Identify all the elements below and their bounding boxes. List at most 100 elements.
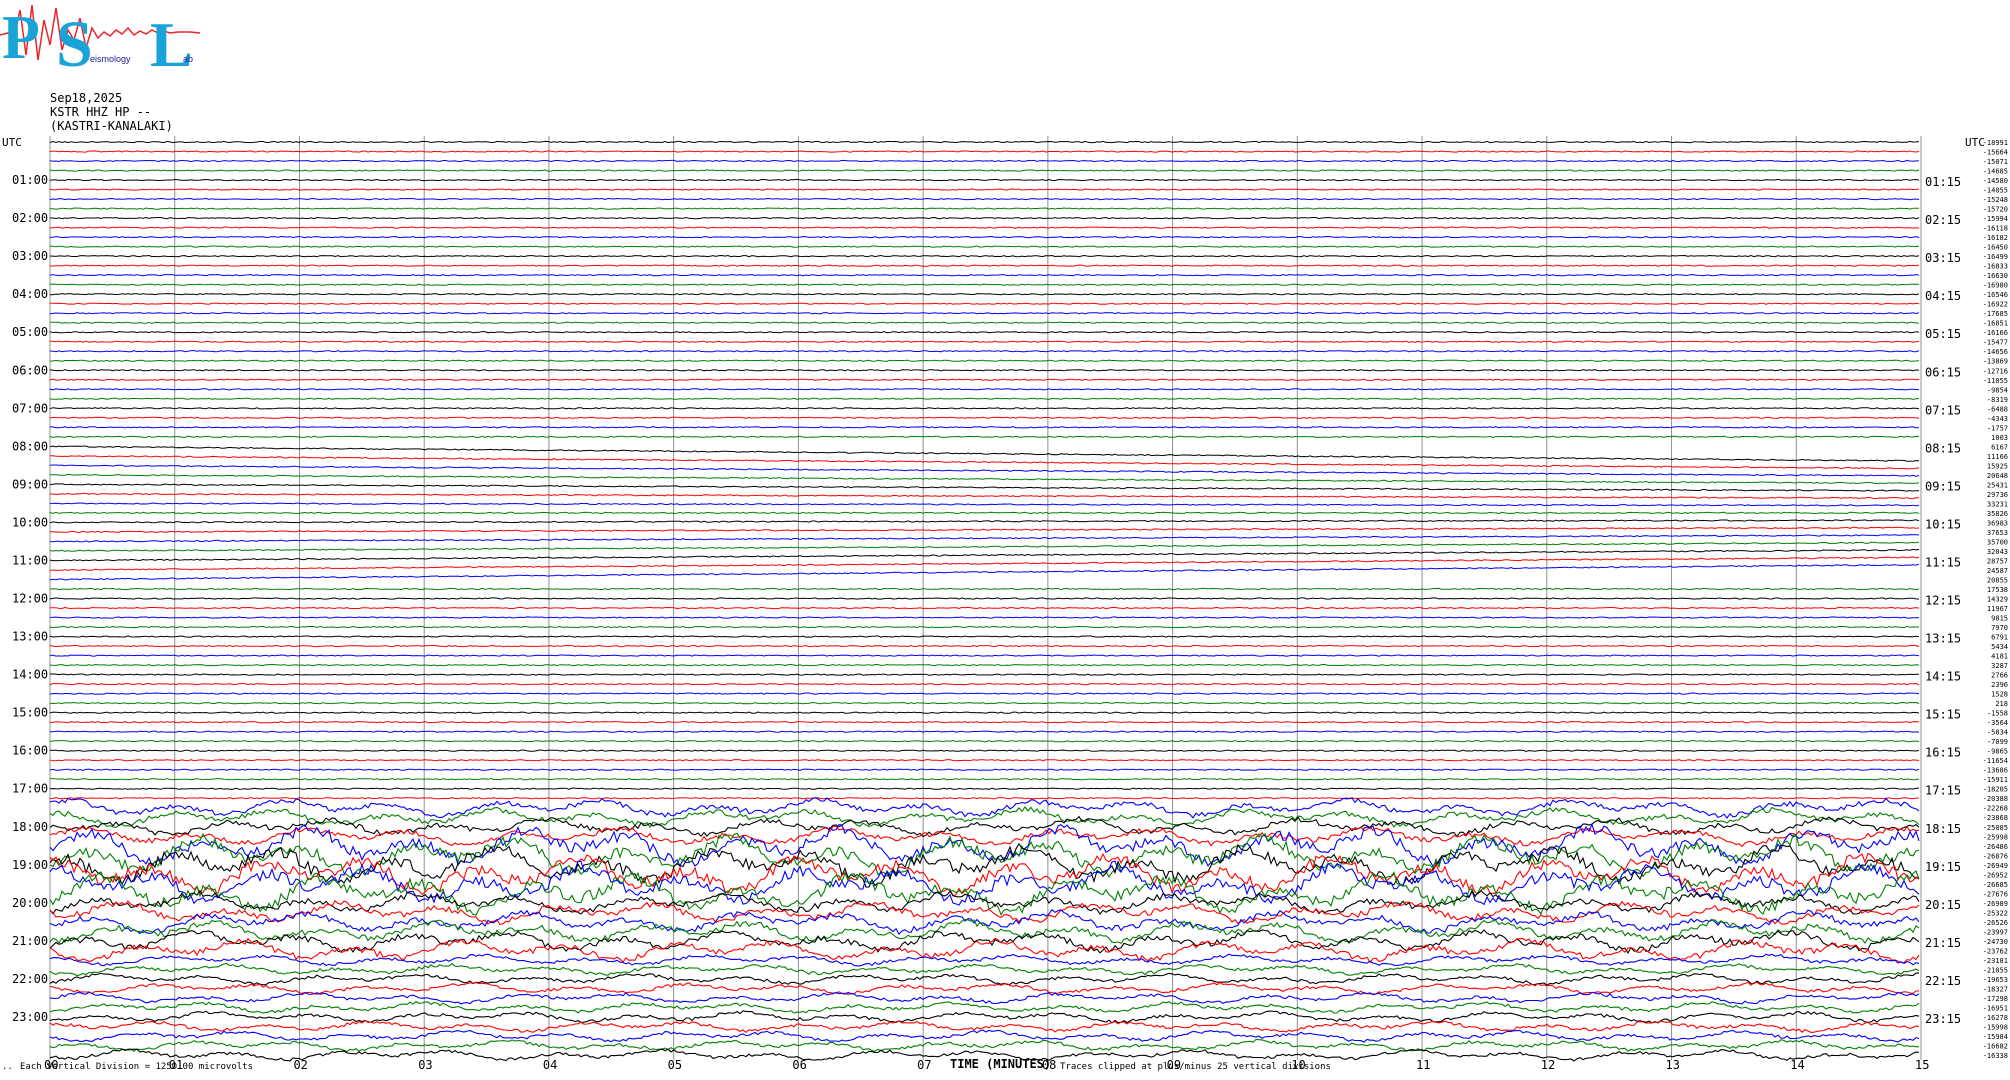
seismic-trace <box>49 908 1920 936</box>
right-hour-label: 10:15 <box>1925 517 1961 531</box>
trace-offset-label: -16182 <box>1983 234 2008 242</box>
right-hour-label: 04:15 <box>1925 289 1961 303</box>
right-hour-label: 17:15 <box>1925 784 1961 798</box>
trace-offset-label: -13869 <box>1983 358 2008 366</box>
trace-offset-label: -12716 <box>1983 367 2008 375</box>
trace-offset-label: -16338 <box>1983 1052 2008 1060</box>
left-hour-label: 14:00 <box>12 668 48 682</box>
seismic-trace <box>49 962 1920 977</box>
right-hour-label: 20:15 <box>1925 898 1961 912</box>
seismic-trace <box>49 654 1920 657</box>
left-hour-label: 11:00 <box>12 553 48 567</box>
seismic-trace <box>50 730 1920 733</box>
seismic-trace <box>49 953 1920 967</box>
seismic-trace <box>49 644 1920 648</box>
seismic-trace <box>50 264 1920 267</box>
trace-offset-label: 9815 <box>1991 615 2008 623</box>
seismic-trace <box>49 526 1920 533</box>
seismic-trace <box>49 616 1920 619</box>
trace-offset-label: 4181 <box>1991 653 2008 661</box>
trace-offset-label: 25431 <box>1987 481 2008 489</box>
seismic-trace <box>49 1000 1920 1014</box>
trace-offset-label: -15911 <box>1983 776 2008 784</box>
footer-mark: .. <box>2 1062 13 1072</box>
x-tick-label: 03 <box>418 1058 432 1072</box>
seismic-trace <box>49 797 1920 820</box>
seismic-trace <box>50 673 1919 676</box>
seismic-trace <box>49 197 1920 201</box>
right-hour-label: 16:15 <box>1925 746 1961 760</box>
seismic-trace <box>49 273 1920 277</box>
left-hour-label: 15:00 <box>12 706 48 720</box>
trace-offset-label: -18205 <box>1983 786 2008 794</box>
trace-offset-label: -26989 <box>1983 900 2008 908</box>
trace-offset-label: -26952 <box>1983 871 2008 879</box>
seismic-trace <box>49 407 1920 410</box>
seismic-trace <box>49 254 1920 258</box>
seismic-trace <box>49 625 1919 629</box>
seismic-trace <box>50 778 1920 781</box>
right-hour-label: 19:15 <box>1925 860 1961 874</box>
trace-offset-label: 2396 <box>1991 681 2008 689</box>
trace-offset-label: -23762 <box>1983 947 2008 955</box>
seismic-trace <box>49 852 1920 897</box>
trace-offset-label: 33231 <box>1987 500 2008 508</box>
right-hour-label: 02:15 <box>1925 213 1961 227</box>
trace-offset-label: -15477 <box>1983 339 2008 347</box>
right-hour-label: 06:15 <box>1925 365 1961 379</box>
trace-offset-label: 35826 <box>1987 510 2008 518</box>
seismic-trace <box>49 541 1920 552</box>
right-hour-label: 13:15 <box>1925 632 1961 646</box>
trace-offset-label: 5434 <box>1991 643 2008 651</box>
trace-offset-label: -25322 <box>1983 909 2008 917</box>
x-tick-label: 04 <box>543 1058 557 1072</box>
seismic-trace <box>50 340 1920 343</box>
seismic-trace <box>49 159 1919 163</box>
seismic-trace <box>49 293 1920 296</box>
right-hour-label: 05:15 <box>1925 327 1961 341</box>
trace-offset-label: -19653 <box>1983 976 2008 984</box>
helicorder-page: P S L eismology ab Sep18,2025 KSTR HHZ H… <box>0 0 2010 1080</box>
seismic-trace <box>49 312 1920 315</box>
footer-scale-note: Each Vertical Division = 1250.00 microvo… <box>20 1062 253 1072</box>
trace-offset-label: -18991 <box>1983 139 2008 147</box>
right-hour-label: 12:15 <box>1925 594 1961 608</box>
seismic-trace <box>49 937 1920 964</box>
right-hour-label: 07:15 <box>1925 403 1961 417</box>
seismic-trace <box>50 502 1920 507</box>
x-tick-label: 12 <box>1541 1058 1555 1072</box>
left-hour-label: 09:00 <box>12 477 48 491</box>
trace-offset-label: -23868 <box>1983 814 2008 822</box>
right-hour-label: 22:15 <box>1925 974 1961 988</box>
trace-offset-label: -26486 <box>1983 843 2008 851</box>
seismic-trace <box>49 416 1920 419</box>
right-hour-label: 23:15 <box>1925 1012 1961 1026</box>
seismic-trace <box>49 587 1920 591</box>
seismic-trace <box>49 749 1920 752</box>
left-hour-label: 03:00 <box>12 249 48 263</box>
left-hour-label: 21:00 <box>12 934 48 948</box>
seismic-trace <box>49 740 1920 743</box>
trace-offset-label: 17538 <box>1987 586 2008 594</box>
trace-offset-label: -1757 <box>1987 424 2008 432</box>
seismic-trace <box>49 519 1920 524</box>
trace-offset-label: 37653 <box>1987 529 2008 537</box>
trace-offset-label: -22268 <box>1983 805 2008 813</box>
trace-offset-label: -16682 <box>1983 1042 2008 1050</box>
right-hour-label: 21:15 <box>1925 936 1961 950</box>
seismic-trace <box>49 797 1919 800</box>
left-hour-label: 05:00 <box>12 325 48 339</box>
seismic-trace <box>49 369 1920 372</box>
trace-offset-label: -1558 <box>1987 710 2008 718</box>
seismic-trace <box>49 359 1920 362</box>
seismic-trace <box>49 188 1920 191</box>
trace-offset-label: -24730 <box>1983 938 2008 946</box>
x-tick-label: 15 <box>1915 1058 1929 1072</box>
traces <box>49 140 1920 1062</box>
seismic-trace <box>49 635 1920 638</box>
left-hour-label: 16:00 <box>12 744 48 758</box>
seismic-trace <box>49 235 1920 239</box>
trace-offset-label: -9865 <box>1987 748 2008 756</box>
trace-offset-label: 11967 <box>1987 605 2008 613</box>
trace-offset-label: -16546 <box>1983 291 2008 299</box>
